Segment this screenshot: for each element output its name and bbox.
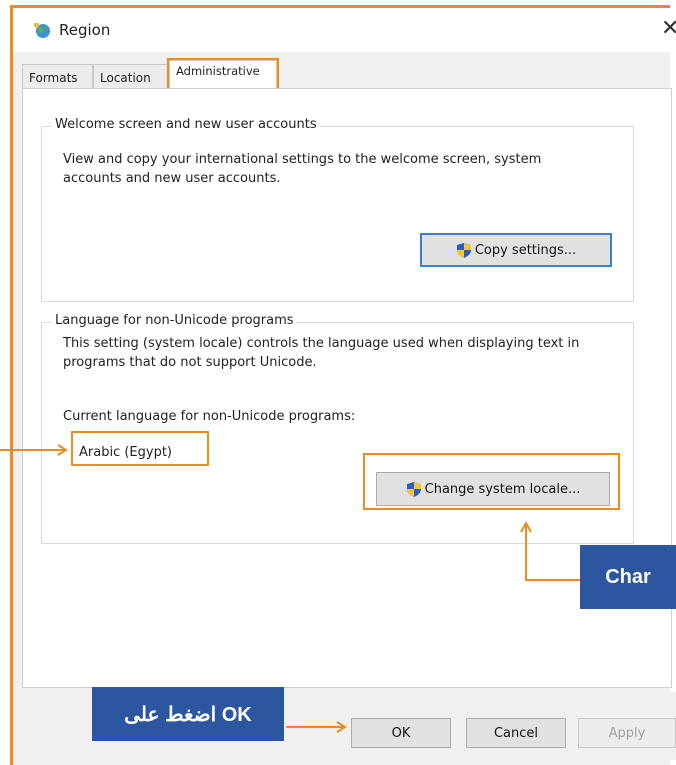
region-globe-icon xyxy=(34,23,50,38)
welcome-description: View and copy your international setting… xyxy=(63,152,542,186)
nonunicode-group-legend: Language for non-Unicode programs xyxy=(52,313,297,328)
administrative-panel: Welcome screen and new user accounts Vie… xyxy=(22,88,672,688)
window-title: Region xyxy=(59,21,111,39)
tab-label: Administrative xyxy=(176,64,260,78)
tab-label: Formats xyxy=(29,71,78,85)
apply-button[interactable]: Apply xyxy=(578,718,676,748)
apply-label: Apply xyxy=(608,725,646,741)
close-icon[interactable]: ✕ xyxy=(661,16,676,41)
change-locale-highlight xyxy=(363,453,620,510)
tab-location[interactable]: Location xyxy=(93,64,169,88)
cancel-label: Cancel xyxy=(493,725,539,741)
change-locale-callout: Char xyxy=(580,545,676,609)
change-locale-callout-text: Char xyxy=(605,565,651,588)
nonunicode-description: This setting (system locale) controls th… xyxy=(63,336,580,370)
tab-formats[interactable]: Formats xyxy=(22,64,93,88)
ok-label: OK xyxy=(391,725,411,741)
current-language-highlight xyxy=(71,431,209,466)
ok-callout-text: اضغط على OK xyxy=(124,703,252,726)
tab-administrative[interactable]: Administrative xyxy=(167,58,279,91)
tab-label: Location xyxy=(100,71,151,85)
cancel-button[interactable]: Cancel xyxy=(466,718,566,748)
welcome-group-legend: Welcome screen and new user accounts xyxy=(52,117,320,132)
tab-strip: Formats Location Administrative xyxy=(22,58,672,91)
ok-button[interactable]: OK xyxy=(351,718,451,748)
copy-settings-button[interactable]: Copy settings... xyxy=(420,233,612,267)
title-bar: Region ✕ xyxy=(13,8,676,52)
shield-icon xyxy=(456,242,471,258)
current-language-label: Current language for non-Unicode program… xyxy=(63,409,356,424)
welcome-group: Welcome screen and new user accounts Vie… xyxy=(41,117,634,302)
copy-settings-label: Copy settings... xyxy=(474,242,577,258)
ok-callout: اضغط على OK xyxy=(92,687,284,741)
